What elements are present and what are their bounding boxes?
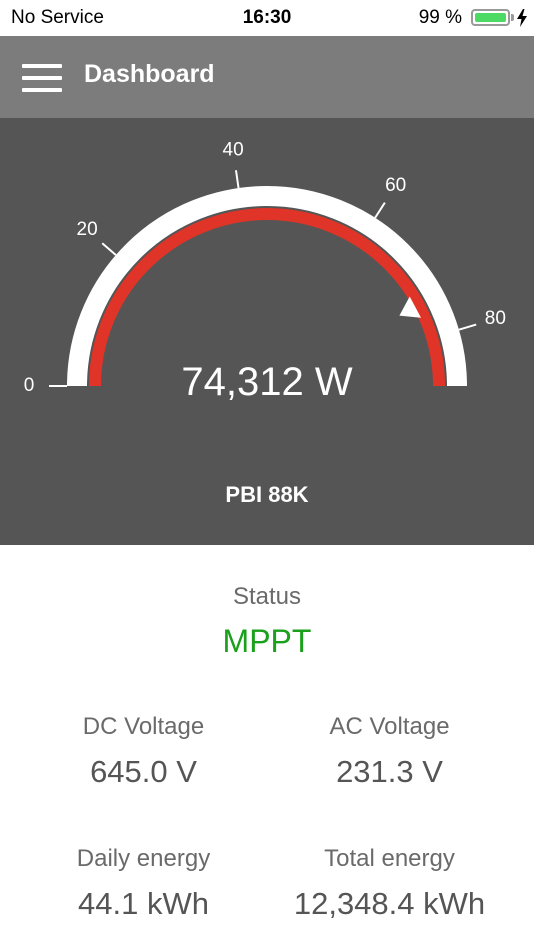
- daily-energy-metric: Daily energy 44.1 kWh: [10, 845, 277, 922]
- inverter-info: Status MPPT DC Voltage 645.0 V AC Voltag…: [0, 545, 534, 950]
- app-screen: No Service 16:30 99 % Dashboard 0 20 40 60 8…: [0, 0, 534, 950]
- metric-label: DC Voltage: [82, 713, 205, 740]
- gauge-tick-mark: [234, 170, 240, 189]
- menu-button[interactable]: [12, 52, 72, 102]
- page-title: Dashboard: [84, 60, 215, 88]
- app-header: Dashboard: [0, 36, 534, 118]
- battery-tip: [511, 14, 514, 21]
- status-label: Status: [232, 583, 302, 610]
- power-readout: 74,312 W: [181, 360, 353, 404]
- ac-voltage-metric: AC Voltage 231.3 V: [256, 713, 523, 790]
- metric-label: Daily energy: [76, 845, 211, 872]
- charging-bolt-icon: [517, 9, 527, 27]
- metric-value: 44.1 kWh: [78, 886, 209, 921]
- status-bar: No Service 16:30 99 %: [0, 0, 534, 36]
- gauge-track: [67, 186, 467, 387]
- metric-value: 645.0 V: [90, 754, 197, 789]
- gauge-tick-label: 60: [385, 175, 406, 196]
- battery-percent: 99 %: [418, 7, 462, 28]
- gauge-tick-label: 80: [485, 308, 506, 329]
- gauge-tick-mark: [101, 242, 117, 256]
- metric-value: 12,348.4 kWh: [293, 886, 486, 921]
- power-gauge-panel: 0 20 40 60 80 74,312 W PBI 88K: [0, 118, 534, 545]
- metric-label: AC Voltage: [329, 713, 450, 740]
- gauge-tick-label: 40: [223, 139, 244, 160]
- device-name: PBI 88K: [225, 482, 309, 507]
- metric-label: Total energy: [324, 845, 455, 872]
- hamburger-bar: [22, 88, 62, 92]
- hamburger-bar: [22, 76, 62, 80]
- gauge-tick-mark: [458, 323, 477, 331]
- total-energy-metric: Total energy 12,348.4 kWh: [256, 845, 523, 922]
- gauge-tick-label: 20: [77, 219, 98, 240]
- battery-fill: [475, 13, 506, 22]
- dc-voltage-metric: DC Voltage 645.0 V: [10, 713, 277, 790]
- gauge-tick-mark: [374, 202, 386, 219]
- status-value: MPPT: [222, 623, 312, 659]
- power-gauge: 020406080: [24, 139, 506, 396]
- hamburger-bar: [22, 64, 62, 68]
- hamburger-menu-icon: [22, 64, 62, 92]
- battery-icon: [471, 9, 510, 26]
- metric-value: 231.3 V: [336, 754, 443, 789]
